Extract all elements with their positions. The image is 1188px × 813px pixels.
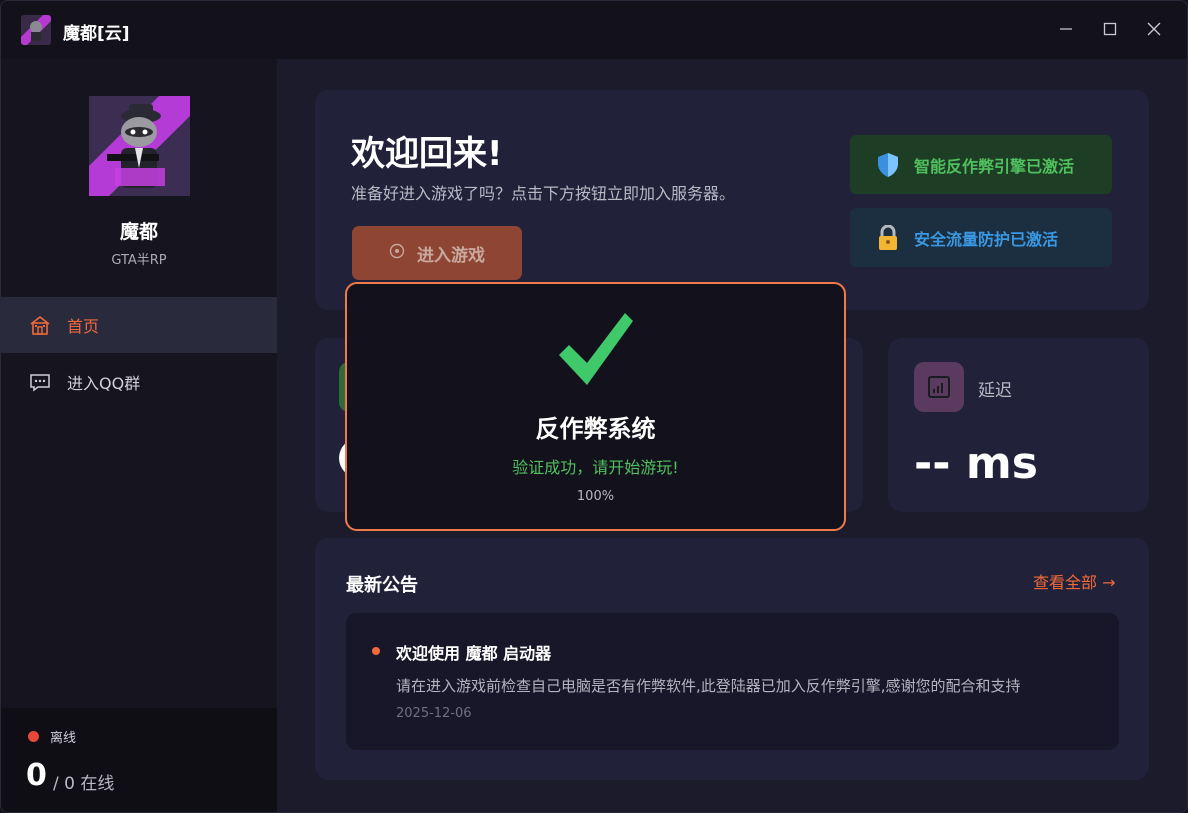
title-bar: 魔都[云]: [1, 1, 1187, 59]
chat-icon: [29, 371, 51, 393]
maximize-icon: [1103, 21, 1117, 40]
dialog-message: 验证成功，请开始游玩!: [512, 458, 679, 477]
dialog-progress: 100%: [576, 489, 615, 504]
traffic-protection-badge-label: 安全流量防护已激活: [914, 229, 1059, 249]
enter-game-button[interactable]: 进入游戏: [352, 226, 522, 280]
notice-body: 请在进入游戏前检查自己电脑是否有作弊软件,此登陆器已加入反作弊引擎,感谢您的配合…: [396, 677, 1021, 695]
sidebar-item-label: 进入QQ群: [67, 374, 141, 393]
welcome-title: 欢迎回来!: [351, 134, 503, 174]
check-icon: [557, 311, 637, 389]
app-logo-icon: [21, 15, 51, 45]
online-total: / 0 在线: [53, 774, 115, 794]
sidebar: 魔都 GTA半RP 首页 进入QQ群 离线 0 / 0 在线: [1, 59, 277, 812]
anticheat-badge: 智能反作弊引擎已激活: [850, 135, 1112, 194]
dialog-title: 反作弊系统: [535, 415, 656, 443]
shield-icon: [876, 152, 900, 178]
notice-title: 欢迎使用 魔都 启动器: [396, 644, 552, 663]
sidebar-item-home[interactable]: 首页: [1, 297, 277, 353]
online-count: 0: [26, 758, 47, 793]
traffic-protection-badge: 安全流量防护已激活: [850, 208, 1112, 267]
announcements-card: 最新公告 查看全部 → 欢迎使用 魔都 启动器 请在进入游戏前检查自己电脑是否有…: [315, 538, 1149, 780]
home-icon: [29, 314, 51, 336]
maximize-button[interactable]: [1095, 15, 1125, 45]
notice-date: 2025-12-06: [396, 706, 472, 721]
minimize-button[interactable]: [1051, 15, 1081, 45]
status-label: 离线: [50, 731, 77, 746]
signal-icon: [914, 362, 964, 412]
play-circle-icon: [389, 243, 405, 263]
anticheat-badge-label: 智能反作弊引擎已激活: [914, 156, 1075, 176]
app-window: 魔都[云] 魔都 GTA半RP 首页 进入QQ群 离线 0 / 0 在线 欢迎回…: [0, 0, 1188, 813]
announcements-title: 最新公告: [346, 575, 418, 596]
latency-value: -- ms: [914, 438, 1038, 489]
avatar: [89, 96, 190, 196]
view-all-link[interactable]: 查看全部 →: [1033, 569, 1116, 593]
status-indicator: [28, 731, 39, 742]
latency-card: 延迟 -- ms: [888, 338, 1149, 512]
list-item[interactable]: 欢迎使用 魔都 启动器 请在进入游戏前检查自己电脑是否有作弊软件,此登陆器已加入…: [346, 613, 1119, 750]
sidebar-item-label: 首页: [67, 317, 100, 336]
server-status: 离线 0 / 0 在线: [1, 708, 277, 812]
enter-game-label: 进入游戏: [417, 245, 485, 266]
close-button[interactable]: [1139, 15, 1169, 45]
sidebar-item-qq-group[interactable]: 进入QQ群: [1, 354, 277, 410]
lock-icon: [876, 224, 900, 251]
brand-subtitle: GTA半RP: [111, 253, 167, 268]
window-title: 魔都[云]: [63, 24, 130, 44]
welcome-card: 欢迎回来! 准备好进入游戏了吗？点击下方按钮立即加入服务器。 进入游戏 智能反作…: [315, 90, 1149, 310]
bullet-dot: [372, 647, 380, 655]
anticheat-dialog: 反作弊系统 验证成功，请开始游玩! 100%: [345, 282, 846, 531]
latency-label: 延迟: [978, 381, 1012, 401]
minimize-icon: [1059, 21, 1073, 40]
welcome-subtitle: 准备好进入游戏了吗？点击下方按钮立即加入服务器。: [351, 184, 736, 203]
close-icon: [1147, 21, 1161, 40]
brand-name: 魔都: [119, 221, 158, 243]
